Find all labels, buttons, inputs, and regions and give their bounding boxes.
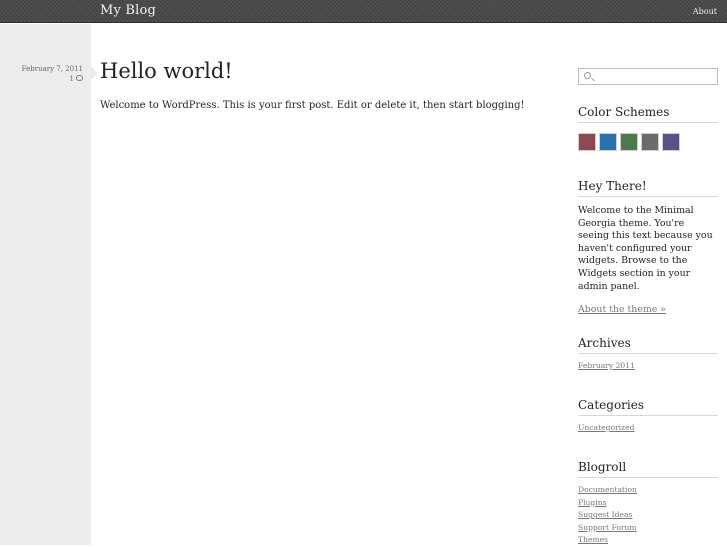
widget-archives: Archives February 2011 bbox=[578, 336, 718, 373]
comment-count: 1 bbox=[69, 75, 74, 83]
blogroll-link-documentation[interactable]: Documentation bbox=[578, 485, 637, 494]
color-swatches bbox=[578, 133, 718, 151]
post-date: February 7, 2011 bbox=[21, 65, 83, 73]
list-item: Support Forum bbox=[578, 522, 718, 535]
search-icon bbox=[584, 72, 591, 79]
widget-title-hey-there: Hey There! bbox=[578, 179, 718, 197]
list-item: Documentation bbox=[578, 484, 718, 497]
list-item: Themes bbox=[578, 534, 718, 547]
widget-blogroll: Blogroll Documentation Plugins Suggest I… bbox=[578, 460, 718, 547]
site-title-link[interactable]: My Blog bbox=[100, 3, 156, 18]
color-swatch-blue[interactable] bbox=[599, 133, 617, 151]
blogroll-link-plugins[interactable]: Plugins bbox=[578, 498, 607, 507]
color-swatch-red[interactable] bbox=[578, 133, 596, 151]
widget-title-categories: Categories bbox=[578, 398, 718, 416]
hey-there-text: Welcome to the Minimal Georgia theme. Yo… bbox=[578, 205, 713, 292]
widget-color-schemes: Color Schemes bbox=[578, 105, 718, 151]
search-input[interactable] bbox=[594, 69, 716, 84]
widget-hey-there: Hey There! Welcome to the Minimal Georgi… bbox=[578, 179, 718, 315]
top-bar: My Blog About bbox=[0, 0, 727, 23]
category-link-uncategorized[interactable]: Uncategorized bbox=[578, 423, 634, 432]
color-swatch-purple[interactable] bbox=[662, 133, 680, 151]
blogroll-list: Documentation Plugins Suggest Ideas Supp… bbox=[578, 484, 718, 547]
comment-bubble-icon bbox=[76, 75, 83, 81]
list-item: Plugins bbox=[578, 497, 718, 510]
categories-list: Uncategorized bbox=[578, 422, 718, 435]
widget-title-blogroll: Blogroll bbox=[578, 460, 718, 478]
post-arrow-marker bbox=[91, 66, 97, 80]
post-meta: February 7, 2011 1 bbox=[0, 64, 83, 84]
archive-link-february-2011[interactable]: February 2011 bbox=[578, 361, 635, 370]
list-item: February 2011 bbox=[578, 360, 718, 373]
archives-list: February 2011 bbox=[578, 360, 718, 373]
widget-title-color-schemes: Color Schemes bbox=[578, 105, 718, 123]
left-meta-column bbox=[0, 24, 91, 545]
color-swatch-green[interactable] bbox=[620, 133, 638, 151]
list-item: Uncategorized bbox=[578, 422, 718, 435]
sidebar: Color Schemes Hey There! Welcome to the … bbox=[578, 68, 718, 544]
blogroll-link-support-forum[interactable]: Support Forum bbox=[578, 523, 637, 532]
search-box bbox=[578, 68, 718, 85]
blogroll-link-suggest-ideas[interactable]: Suggest Ideas bbox=[578, 510, 632, 519]
comment-count-link[interactable]: 1 bbox=[0, 74, 83, 84]
widget-categories: Categories Uncategorized bbox=[578, 398, 718, 435]
about-theme-link[interactable]: About the theme » bbox=[578, 304, 718, 315]
list-item: Suggest Ideas bbox=[578, 509, 718, 522]
color-swatch-gray[interactable] bbox=[641, 133, 659, 151]
widget-title-archives: Archives bbox=[578, 336, 718, 354]
post-body: Welcome to WordPress. This is your first… bbox=[100, 100, 525, 111]
post-title[interactable]: Hello world! bbox=[100, 59, 233, 83]
blogroll-link-themes[interactable]: Themes bbox=[578, 535, 608, 544]
nav-link-about[interactable]: About bbox=[693, 7, 717, 16]
